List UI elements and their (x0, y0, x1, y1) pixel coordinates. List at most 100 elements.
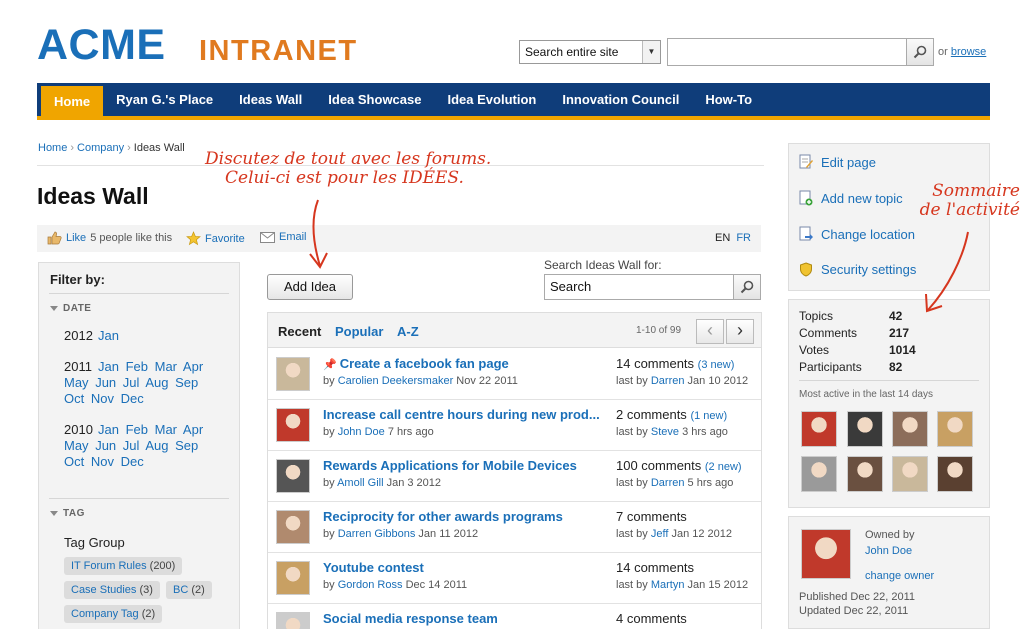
last-author-link[interactable]: Steve (651, 426, 679, 438)
add-topic-link[interactable]: Add new topic (799, 190, 903, 206)
owner-avatar[interactable] (801, 529, 851, 579)
month-link[interactable]: Jan (98, 359, 119, 374)
like-link[interactable]: Like (66, 232, 86, 244)
month-link[interactable]: Feb (126, 359, 148, 374)
author-link[interactable]: Darren Gibbons (338, 528, 416, 540)
add-idea-button[interactable]: Add Idea (267, 274, 353, 300)
ideas-search-button[interactable] (733, 274, 761, 300)
month-link[interactable]: Sep (175, 438, 198, 453)
browse-link[interactable]: browse (951, 46, 986, 58)
lang-en[interactable]: EN (715, 232, 730, 244)
active-user-avatar[interactable] (937, 456, 973, 492)
month-link[interactable]: Jun (95, 375, 116, 390)
tag-pill[interactable]: BC (2) (166, 581, 212, 599)
nav-item-how-to[interactable]: How-To (692, 83, 765, 116)
comment-count[interactable]: 7 comments (616, 509, 687, 524)
active-user-avatar[interactable] (847, 456, 883, 492)
month-link[interactable]: Dec (121, 454, 144, 469)
last-author-link[interactable]: Darren (651, 477, 685, 489)
month-link[interactable]: Dec (121, 391, 144, 406)
comment-count[interactable]: 100 comments (2 new) (616, 458, 742, 473)
comment-count[interactable]: 14 comments (3 new) (616, 356, 734, 371)
edit-page-link[interactable]: Edit page (799, 154, 876, 170)
nav-item-idea-evolution[interactable]: Idea Evolution (434, 83, 549, 116)
filter-tag-heading[interactable]: TAG (50, 508, 85, 519)
prev-page-button[interactable]: ‹ (696, 319, 724, 344)
month-link[interactable]: Jul (123, 438, 140, 453)
month-link[interactable]: Apr (183, 359, 203, 374)
active-user-avatar[interactable] (892, 411, 928, 447)
nav-item-idea-showcase[interactable]: Idea Showcase (315, 83, 434, 116)
owner-name-link[interactable]: John Doe (865, 545, 912, 557)
ideas-search-input[interactable]: Search (544, 274, 734, 300)
new-count[interactable]: (2 new) (705, 461, 742, 473)
month-link[interactable]: Mar (155, 359, 177, 374)
active-user-avatar[interactable] (937, 411, 973, 447)
author-link[interactable]: Carolien Deekersmaker (338, 375, 454, 387)
nav-item-ryans-place[interactable]: Ryan G.'s Place (103, 83, 226, 116)
month-link[interactable]: Mar (155, 422, 177, 437)
tag-pill[interactable]: Company Tag (2) (64, 605, 163, 623)
idea-title-link[interactable]: Rewards Applications for Mobile Devices (323, 458, 577, 473)
favorite-action[interactable]: Favorite (186, 231, 245, 246)
idea-title-link[interactable]: 📌 Create a facebook fan page (323, 356, 509, 371)
favorite-link[interactable]: Favorite (205, 233, 245, 245)
author-link[interactable]: Gordon Ross (338, 579, 403, 591)
avatar[interactable] (276, 510, 310, 544)
month-link[interactable]: Nov (91, 391, 114, 406)
change-owner-link[interactable]: change owner (865, 570, 934, 582)
month-link[interactable]: Nov (91, 454, 114, 469)
lang-fr[interactable]: FR (736, 232, 751, 244)
last-author-link[interactable]: Martyn (651, 579, 685, 591)
author-link[interactable]: Amoll Gill (337, 477, 383, 489)
month-link[interactable]: Jan (98, 422, 119, 437)
author-link[interactable]: John Doe (338, 426, 385, 438)
month-link[interactable]: Aug (145, 438, 168, 453)
new-count[interactable]: (3 new) (698, 359, 735, 371)
active-user-avatar[interactable] (892, 456, 928, 492)
last-author-link[interactable]: Darren (651, 375, 685, 387)
month-link[interactable]: Oct (64, 454, 84, 469)
search-scope-select[interactable]: Search entire site ▼ (519, 40, 661, 64)
month-link[interactable]: Oct (64, 391, 84, 406)
breadcrumb-home[interactable]: Home (38, 142, 67, 154)
avatar[interactable] (276, 459, 310, 493)
idea-title-link[interactable]: Increase call centre hours during new pr… (323, 407, 600, 422)
active-user-avatar[interactable] (801, 456, 837, 492)
month-link[interactable]: Apr (183, 422, 203, 437)
avatar[interactable] (276, 408, 310, 442)
logo-acme[interactable]: ACME (37, 22, 166, 68)
tab-recent[interactable]: Recent (278, 324, 321, 339)
filter-date-heading[interactable]: DATE (50, 303, 91, 314)
month-link[interactable]: Jun (95, 438, 116, 453)
new-count[interactable]: (1 new) (690, 410, 727, 422)
comment-count[interactable]: 2 comments (1 new) (616, 407, 727, 422)
avatar[interactable] (276, 612, 310, 629)
like-action[interactable]: Like 5 people like this (47, 231, 172, 245)
change-location-link[interactable]: Change location (799, 226, 915, 242)
security-settings-link[interactable]: Security settings (799, 262, 916, 277)
nav-item-ideas-wall[interactable]: Ideas Wall (226, 83, 315, 116)
nav-item-home[interactable]: Home (41, 86, 104, 116)
active-user-avatar[interactable] (801, 411, 837, 447)
idea-title-link[interactable]: Social media response team (323, 611, 498, 626)
site-search-input[interactable] (667, 38, 907, 66)
idea-title-link[interactable]: Reciprocity for other awards programs (323, 509, 563, 524)
next-page-button[interactable]: › (726, 319, 754, 344)
tag-pill[interactable]: IT Forum Rules (200) (64, 557, 183, 575)
tab-popular[interactable]: Popular (335, 324, 383, 339)
nav-item-innovation-council[interactable]: Innovation Council (549, 83, 692, 116)
month-link[interactable]: May (64, 375, 89, 390)
comment-count[interactable]: 4 comments (616, 611, 687, 626)
breadcrumb-company[interactable]: Company (77, 142, 124, 154)
month-link[interactable]: Feb (126, 422, 148, 437)
site-search-button[interactable] (906, 38, 934, 66)
avatar[interactable] (276, 357, 310, 391)
month-link[interactable]: Jan (98, 328, 119, 343)
active-user-avatar[interactable] (847, 411, 883, 447)
month-link[interactable]: Aug (145, 375, 168, 390)
month-link[interactable]: Jul (123, 375, 140, 390)
tag-pill[interactable]: Case Studies (3) (64, 581, 160, 599)
month-link[interactable]: Sep (175, 375, 198, 390)
tab-a-z[interactable]: A-Z (397, 324, 419, 339)
